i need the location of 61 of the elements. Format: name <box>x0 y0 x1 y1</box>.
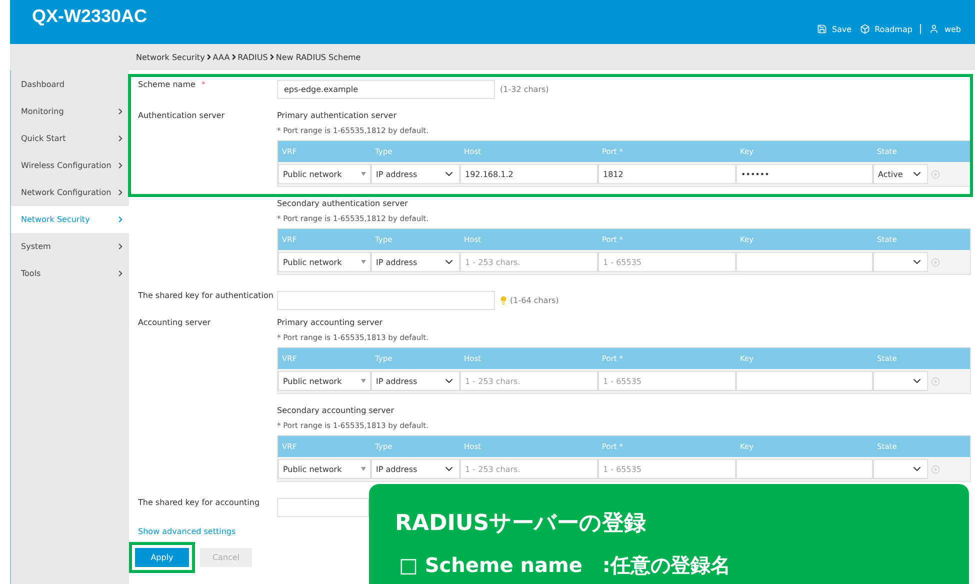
vrf-select[interactable]: Public network <box>278 252 371 272</box>
add-icon[interactable] <box>931 258 940 266</box>
chevron-right-icon <box>230 53 238 61</box>
dropdown-caret-icon <box>361 260 366 264</box>
sidebar-item[interactable]: Quick Start <box>11 125 129 152</box>
server-title: Primary accounting server <box>277 318 384 327</box>
field-hint: (1-64 chars) <box>510 296 559 305</box>
host-field[interactable]: 192.168.1.2 <box>460 164 598 184</box>
field-label: Accounting server <box>138 318 212 327</box>
vrf-select[interactable]: Public network <box>278 164 371 184</box>
dropdown-caret-icon <box>361 172 366 176</box>
field-hint: (1-32 chars) <box>500 85 549 94</box>
state-select[interactable] <box>873 371 928 391</box>
lightbulb-icon <box>499 296 508 305</box>
sidebar-item[interactable]: Monitoring <box>11 98 129 125</box>
key-field[interactable]: •••••• <box>736 164 873 184</box>
vrf-select[interactable]: Public network <box>278 371 371 391</box>
cube-icon <box>860 24 870 34</box>
field-label: Scheme name * <box>138 80 206 89</box>
callout-text: □ Scheme name :任意の登録名 <box>398 552 732 579</box>
field-label: Authentication server <box>138 111 226 120</box>
sidebar-item[interactable]: Dashboard <box>11 71 129 98</box>
sidebar-item[interactable]: System <box>11 233 129 260</box>
app-title: QX-W2330AC <box>32 6 148 26</box>
server-title: Secondary accounting server <box>277 406 396 415</box>
type-select[interactable]: IP address <box>371 371 460 391</box>
save-icon <box>816 24 827 34</box>
add-icon[interactable] <box>931 376 940 386</box>
breadcrumb-item[interactable]: New RADIUS Scheme <box>276 52 361 62</box>
vrf-select[interactable]: Public network <box>278 459 371 479</box>
chevron-right-icon <box>268 53 276 61</box>
server-title: Primary authentication server <box>277 111 398 120</box>
port-field[interactable]: 1812 <box>598 164 736 184</box>
sidebar-item[interactable]: Network Configuration <box>11 179 129 206</box>
dropdown-caret-icon <box>361 467 366 471</box>
server-title: Secondary authentication server <box>277 199 409 208</box>
type-select[interactable]: IP address <box>371 164 460 184</box>
add-icon[interactable] <box>931 170 940 178</box>
breadcrumb-item[interactable]: Network Security <box>136 52 205 62</box>
state-select[interactable] <box>873 459 928 479</box>
breadcrumb-item[interactable]: RADIUS <box>238 52 268 62</box>
dropdown-caret-icon <box>361 379 366 383</box>
add-icon[interactable] <box>931 464 940 474</box>
sidebar-item[interactable]: Wireless Configuration <box>11 152 129 179</box>
sidebar-item[interactable]: Tools <box>11 260 129 287</box>
field-label: The shared key for accounting <box>138 498 261 507</box>
user-icon <box>929 24 940 34</box>
breadcrumb-item[interactable]: AAA <box>212 52 230 62</box>
chevron-right-icon <box>204 53 213 61</box>
key-field[interactable] <box>736 371 873 391</box>
key-field[interactable] <box>736 252 873 272</box>
callout-title: RADIUSサーバーの登録 <box>395 510 648 538</box>
state-select[interactable]: Active <box>873 164 928 184</box>
key-field[interactable] <box>736 459 873 479</box>
state-select[interactable] <box>873 252 928 272</box>
field-label: The shared key for authentication <box>138 291 274 300</box>
shared-key-field[interactable] <box>277 498 369 517</box>
type-select[interactable]: IP address <box>371 252 460 272</box>
scheme-name-field[interactable]: eps-edge.example <box>277 80 495 99</box>
shared-key-field[interactable] <box>277 291 495 310</box>
type-select[interactable]: IP address <box>371 459 460 479</box>
